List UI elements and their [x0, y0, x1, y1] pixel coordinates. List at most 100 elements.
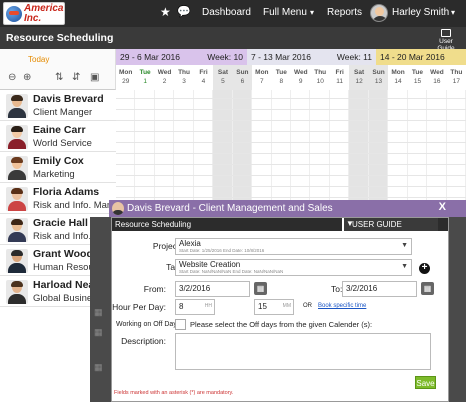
offdays-label: Working on Off Days	[116, 321, 181, 328]
minutes-input[interactable]: 15 MM	[254, 299, 294, 315]
nav-full-menu[interactable]: Full Menu	[263, 7, 307, 18]
dialog-user-guide[interactable]: USER GUIDE	[352, 220, 402, 229]
grid-row	[116, 142, 466, 143]
day-name: Fri	[335, 69, 344, 76]
day-number: 29	[122, 78, 130, 85]
nav-dashboard[interactable]: Dashboard	[202, 7, 251, 18]
day-header-cell: Tue 15	[408, 65, 427, 90]
hours-input[interactable]: 8 HH	[175, 299, 215, 315]
day-name: Sun	[236, 69, 249, 76]
offdays-checkbox[interactable]	[175, 319, 186, 330]
employee-name: Harload Nea	[33, 279, 95, 291]
zoom-out-icon[interactable]: ⊖	[8, 72, 16, 83]
avatar-hair	[11, 219, 23, 225]
chevron-down-icon: ▼	[401, 242, 408, 249]
to-label: To:	[331, 284, 343, 294]
side-icon: ▦	[94, 362, 103, 372]
employee-row[interactable]: Davis Brevard Client Manger	[0, 90, 116, 121]
grid-row	[116, 153, 466, 154]
description-textarea[interactable]	[175, 333, 431, 370]
user-avatar[interactable]	[370, 4, 388, 22]
week-range: 7 - 13 Mar 2016	[251, 52, 312, 62]
employee-role: Risk and Info. Mang	[33, 200, 116, 211]
grid-row	[116, 175, 466, 176]
book-specific-time-link[interactable]: Book specific time	[318, 303, 366, 309]
day-header-cell: Tue 1	[135, 65, 154, 90]
dialog-section-title: Resource Scheduling	[115, 220, 192, 229]
employee-avatar	[6, 94, 28, 118]
description-label: Description:	[121, 336, 166, 346]
day-number: 8	[279, 78, 284, 85]
day-name: Thu	[450, 69, 463, 76]
calendar-icon[interactable]: ▦	[421, 282, 434, 295]
avatar-hair	[11, 188, 23, 194]
avatar-body	[8, 201, 26, 211]
day-name: Wed	[293, 69, 308, 76]
star-icon[interactable]: ★	[160, 5, 171, 19]
nav-reports[interactable]: Reports	[327, 7, 362, 18]
sort-icon[interactable]: ⇵	[72, 72, 80, 83]
employee-row[interactable]: Eaine Carr World Service	[0, 121, 116, 152]
week-header-10: 29 - 6 Mar 2016 Week: 10	[116, 49, 247, 65]
project-value: Alexia	[179, 239, 201, 248]
from-date-input[interactable]: 3/2/2016	[175, 281, 250, 297]
company-logo[interactable]: America Inc.	[3, 2, 65, 25]
day-number: 12	[355, 78, 363, 85]
page-title: Resource Scheduling	[6, 32, 114, 44]
modal-title: Davis Brevard - Client Management and Sa…	[127, 203, 333, 214]
close-icon[interactable]: X	[439, 201, 446, 213]
user-menu-chevron-icon[interactable]: ▾	[451, 8, 455, 17]
chevron-down-icon[interactable]: ▾	[310, 8, 314, 17]
day-header-cell: Mon 7	[252, 65, 271, 90]
week-header-11: 7 - 13 Mar 2016 Week: 11	[247, 49, 376, 65]
mandatory-note: Fields marked with an asterisk (*) are m…	[114, 390, 234, 396]
from-date-value: 3/2/2016	[179, 284, 211, 293]
add-task-icon[interactable]: +	[419, 263, 430, 274]
zoom-in-icon[interactable]: ⊕	[23, 72, 31, 83]
avatar-body	[8, 263, 26, 273]
week-range: 14 - 20 Mar 2016	[380, 52, 445, 62]
avatar-hair	[11, 95, 23, 101]
globe-icon	[6, 6, 22, 22]
employee-name: Floria Adams	[33, 186, 100, 198]
day-name: Tue	[139, 69, 151, 76]
today-link[interactable]: Today	[28, 55, 49, 64]
day-name: Sat	[354, 69, 365, 76]
day-number: 4	[201, 78, 206, 85]
day-name: Sun	[372, 69, 385, 76]
day-number: 2	[162, 78, 167, 85]
employee-avatar	[6, 249, 28, 273]
user-name[interactable]: Harley Smith	[392, 7, 449, 18]
calendar-icon[interactable]: ▦	[254, 282, 267, 295]
grid-row	[116, 131, 466, 132]
chat-icon[interactable]: 💬	[177, 5, 191, 18]
employee-role: Marketing	[33, 169, 75, 180]
to-date-value: 3/2/2016	[346, 284, 378, 293]
day-header-cell: Wed 16	[427, 65, 446, 90]
save-button[interactable]: Save	[415, 376, 436, 389]
day-header-cell: Thu 10	[311, 65, 330, 90]
toolbar: ⊖ ⊕ ⇅ ⇵ ▣	[0, 70, 116, 88]
to-date-input[interactable]: 3/2/2016	[342, 281, 417, 297]
task-value: Website Creation	[179, 260, 241, 269]
swap-icon[interactable]: ⇅	[55, 72, 63, 83]
task-select[interactable]: Website Creation Start Date: NaN/NaN/NaN…	[175, 259, 412, 276]
employee-name: Davis Brevard	[33, 93, 104, 105]
day-header-cell: Sat 5	[213, 65, 233, 90]
employee-avatar	[6, 187, 28, 211]
week-range: 29 - 6 Mar 2016	[120, 52, 181, 62]
day-name: Mon	[255, 69, 269, 76]
avatar-body	[8, 139, 26, 149]
projects-select[interactable]: Alexia Start Date: 1/25/2016 End Date: 1…	[175, 238, 412, 255]
employee-avatar	[6, 156, 28, 180]
grid-row	[116, 109, 466, 110]
week-number: Week: 10	[207, 52, 243, 62]
employee-row[interactable]: Floria Adams Risk and Info. Mang	[0, 183, 116, 214]
avatar-body	[8, 170, 26, 180]
book-icon	[441, 29, 451, 37]
save-icon[interactable]: ▣	[90, 72, 99, 83]
from-label: From:	[143, 284, 166, 294]
employee-row[interactable]: Emily Cox Marketing	[0, 152, 116, 183]
day-name: Wed	[157, 69, 172, 76]
employee-avatar	[6, 125, 28, 149]
